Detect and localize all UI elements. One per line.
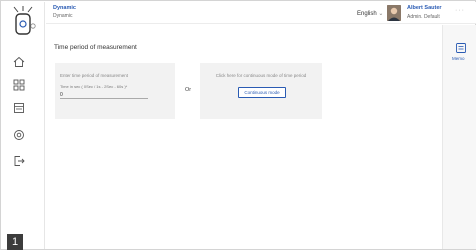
- time-format-label: Time in sec ( 0Sec / 1s - 2Sec - 60s )*: [60, 84, 128, 89]
- continuous-mode-button[interactable]: Continuous mode: [238, 87, 286, 98]
- page-title: Time period of measurement: [54, 44, 137, 51]
- or-label: Or: [185, 87, 192, 93]
- memo-label[interactable]: Memo: [452, 56, 465, 61]
- list-icon[interactable]: [11, 100, 27, 116]
- manual-time-card: Enter time period of measurement Time in…: [55, 63, 175, 119]
- dashboard-icon[interactable]: [11, 77, 27, 93]
- logo: [10, 5, 36, 37]
- chevron-down-icon: ⌄: [378, 11, 384, 17]
- sidebar: 1: [2, 2, 45, 250]
- top-header: Dynamic Dynamic English ⌄ Albert Sauter …: [46, 2, 476, 24]
- continuous-hint: Click here for continuous mode of time p…: [215, 73, 307, 78]
- app-window: 1 Dynamic Dynamic English ⌄ Albert Saute…: [0, 0, 476, 250]
- language-selector[interactable]: English ⌄: [357, 10, 383, 17]
- user-role: Admin. Default: [407, 14, 440, 20]
- more-menu-icon[interactable]: ···: [455, 7, 465, 14]
- language-label: English: [357, 11, 377, 17]
- corner-badge: 1: [7, 234, 23, 250]
- avatar[interactable]: [387, 5, 401, 21]
- continuous-mode-card: Click here for continuous mode of time p…: [200, 63, 322, 119]
- time-period-input[interactable]: [60, 91, 148, 99]
- memo-icon[interactable]: [455, 41, 467, 53]
- app-subtitle: Dynamic: [53, 13, 73, 19]
- manual-hint: Enter time period of measurement: [60, 73, 129, 78]
- user-name[interactable]: Albert Sauter: [407, 5, 442, 11]
- home-icon[interactable]: [11, 54, 27, 70]
- settings-icon[interactable]: [11, 127, 27, 143]
- logout-icon[interactable]: [11, 153, 27, 169]
- app-title: Dynamic: [53, 5, 76, 11]
- main-content: Time period of measurement Enter time pe…: [46, 25, 442, 249]
- right-panel: Memo: [442, 25, 476, 249]
